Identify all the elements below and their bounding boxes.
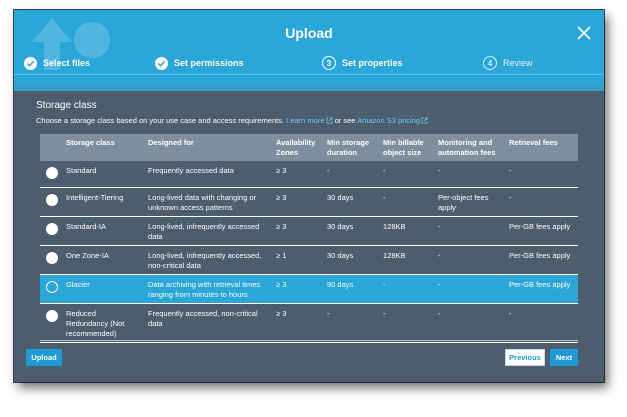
dialog-header: Upload Select files Set permissions 3 Se… (14, 10, 604, 74)
monitoring-fees: - (434, 274, 505, 304)
min-storage-duration: 30 days (323, 245, 379, 275)
step-set-permissions[interactable]: Set permissions (155, 54, 244, 72)
monitoring-fees: - (434, 245, 505, 275)
monitoring-fees: Per-object fees apply (434, 187, 505, 217)
close-icon[interactable] (576, 25, 592, 41)
storage-class-name: Intelligent-Tiering (62, 187, 144, 217)
step-label: Review (503, 58, 533, 68)
table-row[interactable]: Standard Frequently accessed data ≥ 3 - … (40, 161, 578, 188)
storage-class-name: Standard-IA (62, 216, 144, 246)
availability-zones: ≥ 3 (272, 187, 323, 217)
wizard-steps: Select files Set permissions 3 Set prope… (14, 54, 604, 72)
table-row[interactable]: Intelligent-Tiering Long-lived data with… (40, 187, 578, 217)
radio-button[interactable] (46, 167, 58, 179)
table-row[interactable]: Reduced Redundancy (Not recommended) Fre… (40, 303, 578, 343)
previous-button[interactable]: Previous (505, 349, 545, 366)
step-label: Set permissions (174, 58, 244, 68)
next-button[interactable]: Next (550, 349, 578, 366)
external-link-icon (325, 117, 333, 124)
storage-class-table: Storage class Designed for Availability … (40, 134, 578, 343)
retrieval-fees: Per-GB fees apply (505, 216, 578, 246)
table-row[interactable]: One Zone-IA Long-lived, infrequently acc… (40, 245, 578, 275)
retrieval-fees: - (505, 187, 578, 217)
radio-button[interactable] (46, 309, 58, 322)
check-icon (24, 56, 37, 70)
external-link-icon (421, 117, 428, 124)
learn-more-link[interactable]: Learn more (286, 116, 333, 125)
column-header: Min billable object size (379, 134, 434, 161)
min-object-size: 128KB (379, 216, 434, 246)
availability-zones: ≥ 3 (272, 274, 323, 304)
min-storage-duration: 30 days (323, 187, 379, 217)
monitoring-fees: - (434, 303, 505, 343)
column-header: Availability Zones (272, 134, 323, 161)
description-text: Choose a storage class based on your use… (36, 116, 285, 125)
upload-dialog: Upload Select files Set permissions 3 Se… (14, 10, 604, 382)
table-header-row: Storage class Designed for Availability … (40, 134, 578, 161)
designed-for: Data archiving with retrieval times rang… (144, 274, 272, 304)
table-row[interactable]: Standard-IA Long-lived, infrequently acc… (40, 216, 578, 246)
column-header: Monitoring and automation fees (434, 134, 505, 161)
min-object-size: - (379, 187, 434, 217)
column-header: Min storage duration (323, 134, 379, 161)
retrieval-fees: - (505, 161, 578, 188)
column-header: Storage class (62, 134, 144, 161)
retrieval-fees: Per-GB fees apply (505, 274, 578, 304)
availability-zones: ≥ 1 (272, 245, 323, 275)
step-number: 4 (483, 56, 497, 70)
step-set-properties[interactable]: 3 Set properties (322, 54, 403, 72)
section-description: Choose a storage class based on your use… (36, 116, 428, 125)
retrieval-fees: Per-GB fees apply (505, 245, 578, 275)
radio-button[interactable] (46, 251, 58, 264)
radio-button[interactable] (46, 193, 58, 206)
designed-for: Long-lived data with changing or unknown… (144, 187, 272, 217)
min-storage-duration: - (323, 303, 379, 343)
step-review[interactable]: 4 Review (483, 54, 533, 72)
header-scroll-strip (14, 74, 604, 91)
radio-button[interactable] (46, 222, 58, 235)
min-object-size: - (379, 161, 434, 188)
section-title: Storage class (36, 100, 97, 111)
column-header: Retrieval fees (505, 134, 578, 161)
upload-button[interactable]: Upload (26, 349, 62, 366)
min-object-size: - (379, 274, 434, 304)
step-label: Select files (43, 58, 91, 68)
pricing-link[interactable]: Amazon S3 pricing (357, 116, 428, 125)
designed-for: Frequently accessed, non-critical data (144, 303, 272, 343)
availability-zones: ≥ 3 (272, 303, 323, 343)
radio-button-selected[interactable] (46, 280, 58, 293)
storage-class-name: Standard (62, 161, 144, 188)
step-select-files[interactable]: Select files (24, 54, 90, 72)
availability-zones: ≥ 3 (272, 216, 323, 246)
min-object-size: - (379, 303, 434, 343)
or-see-text: or see (334, 116, 356, 125)
storage-class-name: One Zone-IA (62, 245, 144, 275)
min-storage-duration: 90 days (323, 274, 379, 304)
storage-class-name: Reduced Redundancy (Not recommended) (62, 303, 144, 343)
storage-class-name: Glacier (62, 274, 144, 304)
availability-zones: ≥ 3 (272, 161, 323, 188)
table-row-selected[interactable]: Glacier Data archiving with retrieval ti… (40, 274, 578, 304)
retrieval-fees: - (505, 303, 578, 343)
check-icon (155, 56, 168, 70)
step-number: 3 (322, 56, 336, 70)
min-object-size: 128KB (379, 245, 434, 275)
min-storage-duration: 30 days (323, 216, 379, 246)
column-header: Designed for (144, 134, 272, 161)
monitoring-fees: - (434, 216, 505, 246)
radio-column-header (40, 134, 62, 161)
min-storage-duration: - (323, 161, 379, 188)
designed-for: Frequently accessed data (144, 161, 272, 188)
footer-divider (40, 340, 578, 341)
designed-for: Long-lived, infrequently accessed, non-c… (144, 245, 272, 275)
step-label: Set properties (342, 58, 403, 68)
dialog-title: Upload (285, 25, 333, 41)
designed-for: Long-lived, infrequently accessed data (144, 216, 272, 246)
monitoring-fees: - (434, 161, 505, 188)
